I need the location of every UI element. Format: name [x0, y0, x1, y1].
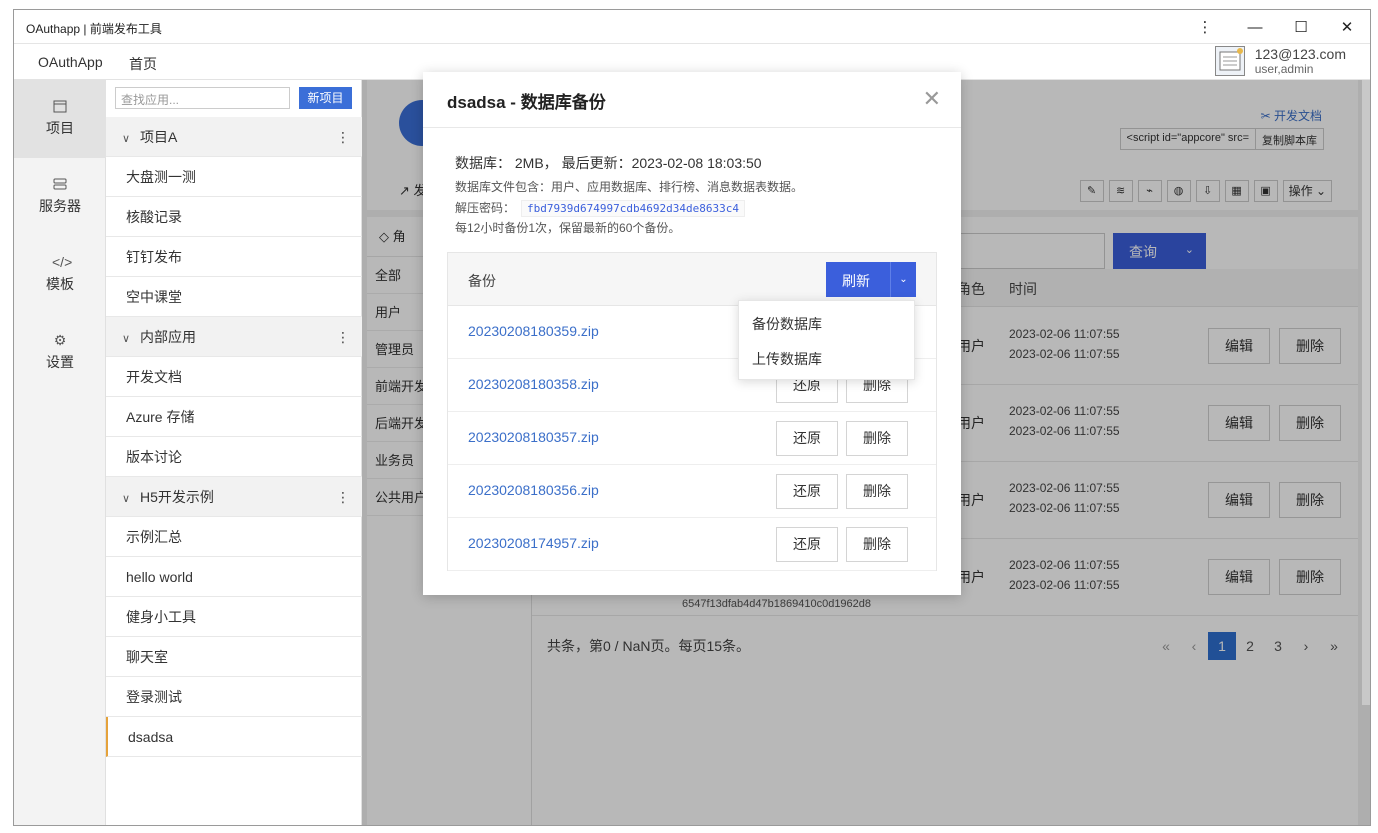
sidebar-label: 大盘测一测	[126, 169, 196, 185]
backup-delete-button[interactable]: 删除	[846, 474, 908, 509]
sidebar-label: 空中课堂	[126, 289, 182, 305]
sidebar-label: 登录测试	[126, 689, 182, 705]
nav-label: 设置	[46, 354, 74, 370]
chevron-down-icon: ∨	[122, 133, 131, 145]
window-title: OAuthapp | 前端发布工具	[26, 22, 162, 36]
backup-row: 20230208180357.zip 还原 删除	[448, 412, 936, 465]
sidebar-item[interactable]: 大盘测一测	[106, 157, 362, 197]
user-email: 123@123.com	[1254, 46, 1346, 62]
sidebar-label: 版本讨论	[126, 449, 182, 465]
backup-row: 20230208180356.zip 还原 删除	[448, 465, 936, 518]
sidebar-label: 钉钉发布	[126, 249, 182, 265]
pwd-label: 解压密码：	[455, 201, 516, 215]
restore-button[interactable]: 还原	[776, 421, 838, 456]
nav-label: 模板	[46, 276, 74, 292]
pwd-row: 解压密码： fbd7939d674997cdb4692d34de8633c4	[455, 199, 745, 217]
app-search-input[interactable]: 查找应用...	[115, 87, 290, 109]
menu-oauthapp[interactable]: OAuthApp	[38, 54, 103, 70]
sidebar-item[interactable]: 核酸记录	[106, 197, 362, 237]
db-contains: 数据库文件包含：用户、应用数据库、排行榜、消息数据表数据。	[455, 180, 804, 194]
sidebar-label: 项目A	[140, 129, 178, 145]
menu-home[interactable]: 首页	[129, 54, 157, 74]
nav-label: 项目	[46, 120, 74, 136]
backup-file-link[interactable]: 20230208180358.zip	[468, 376, 599, 392]
maximize-icon[interactable]: ☐	[1278, 10, 1324, 44]
nav-label: 服务器	[39, 198, 81, 214]
sidebar-item[interactable]: hello world	[106, 557, 362, 597]
code-icon: </>	[52, 254, 73, 270]
restore-button[interactable]: 还原	[776, 474, 838, 509]
user-info[interactable]: 123@123.com user,admin	[1214, 46, 1346, 76]
sidebar-item[interactable]: 示例汇总	[106, 517, 362, 557]
more-icon[interactable]: ⋮	[336, 117, 350, 157]
refresh-dropdown-menu: 备份数据库 上传数据库	[738, 300, 915, 380]
sidebar-label: 内部应用	[140, 329, 196, 345]
new-project-button[interactable]: 新项目	[299, 87, 352, 109]
title-bar: OAuthapp | 前端发布工具 ⋮ — ☐ ✕	[14, 10, 1370, 44]
backup-file-link[interactable]: 20230208180359.zip	[468, 323, 599, 339]
sidebar-label: dsadsa	[128, 729, 174, 745]
avatar	[1214, 46, 1245, 76]
backup-file-link[interactable]: 20230208180356.zip	[468, 482, 599, 498]
sidebar-group[interactable]: ∨ 项目A ⋮	[106, 117, 362, 157]
project-sidebar: 查找应用... 新项目 ∨ 项目A ⋮ 大盘测一测核酸记录钉钉发布空中课堂 ∨ 内部应用 ⋮…	[106, 80, 362, 825]
modal-divider	[423, 127, 961, 128]
backup-row: 20230208174957.zip 还原 删除	[448, 518, 936, 571]
sidebar-label: 健身小工具	[126, 609, 196, 625]
sidebar-label: 聊天室	[126, 649, 168, 665]
gear-icon: ⚙	[53, 332, 67, 348]
backup-file-link[interactable]: 20230208180357.zip	[468, 429, 599, 445]
sidebar-group[interactable]: ∨ 内部应用 ⋮	[106, 317, 362, 357]
sidebar-item[interactable]: 登录测试	[106, 677, 362, 717]
calendar-icon	[52, 98, 68, 114]
chevron-down-icon[interactable]: ⌄	[890, 262, 916, 297]
sidebar-item[interactable]: 钉钉发布	[106, 237, 362, 277]
restore-button[interactable]: 还原	[776, 527, 838, 562]
sidebar-item[interactable]: 健身小工具	[106, 597, 362, 637]
nav-item-settings[interactable]: ⚙ 设置	[14, 314, 106, 392]
sidebar-label: Azure 存储	[126, 409, 195, 425]
more-icon[interactable]: ⋮	[336, 317, 350, 357]
user-role: user,admin	[1254, 62, 1314, 76]
pwd-value[interactable]: fbd7939d674997cdb4692d34de8633c4	[521, 200, 745, 217]
sidebar-label: 开发文档	[126, 369, 182, 385]
sidebar-item[interactable]: 版本讨论	[106, 437, 362, 477]
modal-title: dsadsa - 数据库备份	[447, 93, 606, 112]
backup-file-link[interactable]: 20230208174957.zip	[468, 535, 599, 551]
backup-policy: 每12小时备份1次，保留最新的60个备份。	[455, 221, 681, 235]
backup-col-label: 备份	[468, 273, 496, 289]
scrollbar[interactable]	[1362, 80, 1370, 705]
refresh-button[interactable]: 刷新 ⌄	[826, 262, 916, 297]
chevron-down-icon: ∨	[122, 493, 131, 505]
sidebar-item[interactable]: 空中课堂	[106, 277, 362, 317]
more-icon[interactable]: ⋮	[336, 477, 350, 517]
refresh-label: 刷新	[842, 273, 870, 289]
menu-item-upload-db[interactable]: 上传数据库	[752, 349, 822, 369]
close-window-icon[interactable]: ✕	[1324, 10, 1370, 44]
server-icon	[52, 176, 68, 192]
sidebar-label: 核酸记录	[126, 209, 182, 225]
left-nav: 项目 服务器 </> 模板 ⚙ 设置	[14, 80, 106, 825]
sidebar-item[interactable]: Azure 存储	[106, 397, 362, 437]
backup-table-header: 备份 刷新 ⌄	[448, 253, 936, 306]
sidebar-item[interactable]: 聊天室	[106, 637, 362, 677]
nav-item-servers[interactable]: 服务器	[14, 158, 106, 236]
sidebar-item[interactable]: dsadsa	[106, 717, 362, 757]
nav-item-projects[interactable]: 项目	[14, 80, 106, 158]
sidebar-label: 示例汇总	[126, 529, 182, 545]
nav-item-templates[interactable]: </> 模板	[14, 236, 106, 314]
more-icon[interactable]: ⋮	[1182, 10, 1228, 44]
sidebar-group[interactable]: ∨ H5开发示例 ⋮	[106, 477, 362, 517]
minimize-icon[interactable]: —	[1232, 10, 1278, 44]
chevron-down-icon: ∨	[122, 333, 131, 345]
sidebar-label: H5开发示例	[140, 489, 214, 505]
backup-delete-button[interactable]: 删除	[846, 421, 908, 456]
close-icon[interactable]: ✕	[923, 88, 941, 110]
backup-delete-button[interactable]: 删除	[846, 527, 908, 562]
menu-item-backup-db[interactable]: 备份数据库	[752, 314, 822, 334]
sidebar-label: hello world	[126, 569, 193, 585]
db-info: 数据库： 2MB， 最后更新：2023-02-08 18:03:50	[455, 155, 762, 171]
sidebar-item[interactable]: 开发文档	[106, 357, 362, 397]
